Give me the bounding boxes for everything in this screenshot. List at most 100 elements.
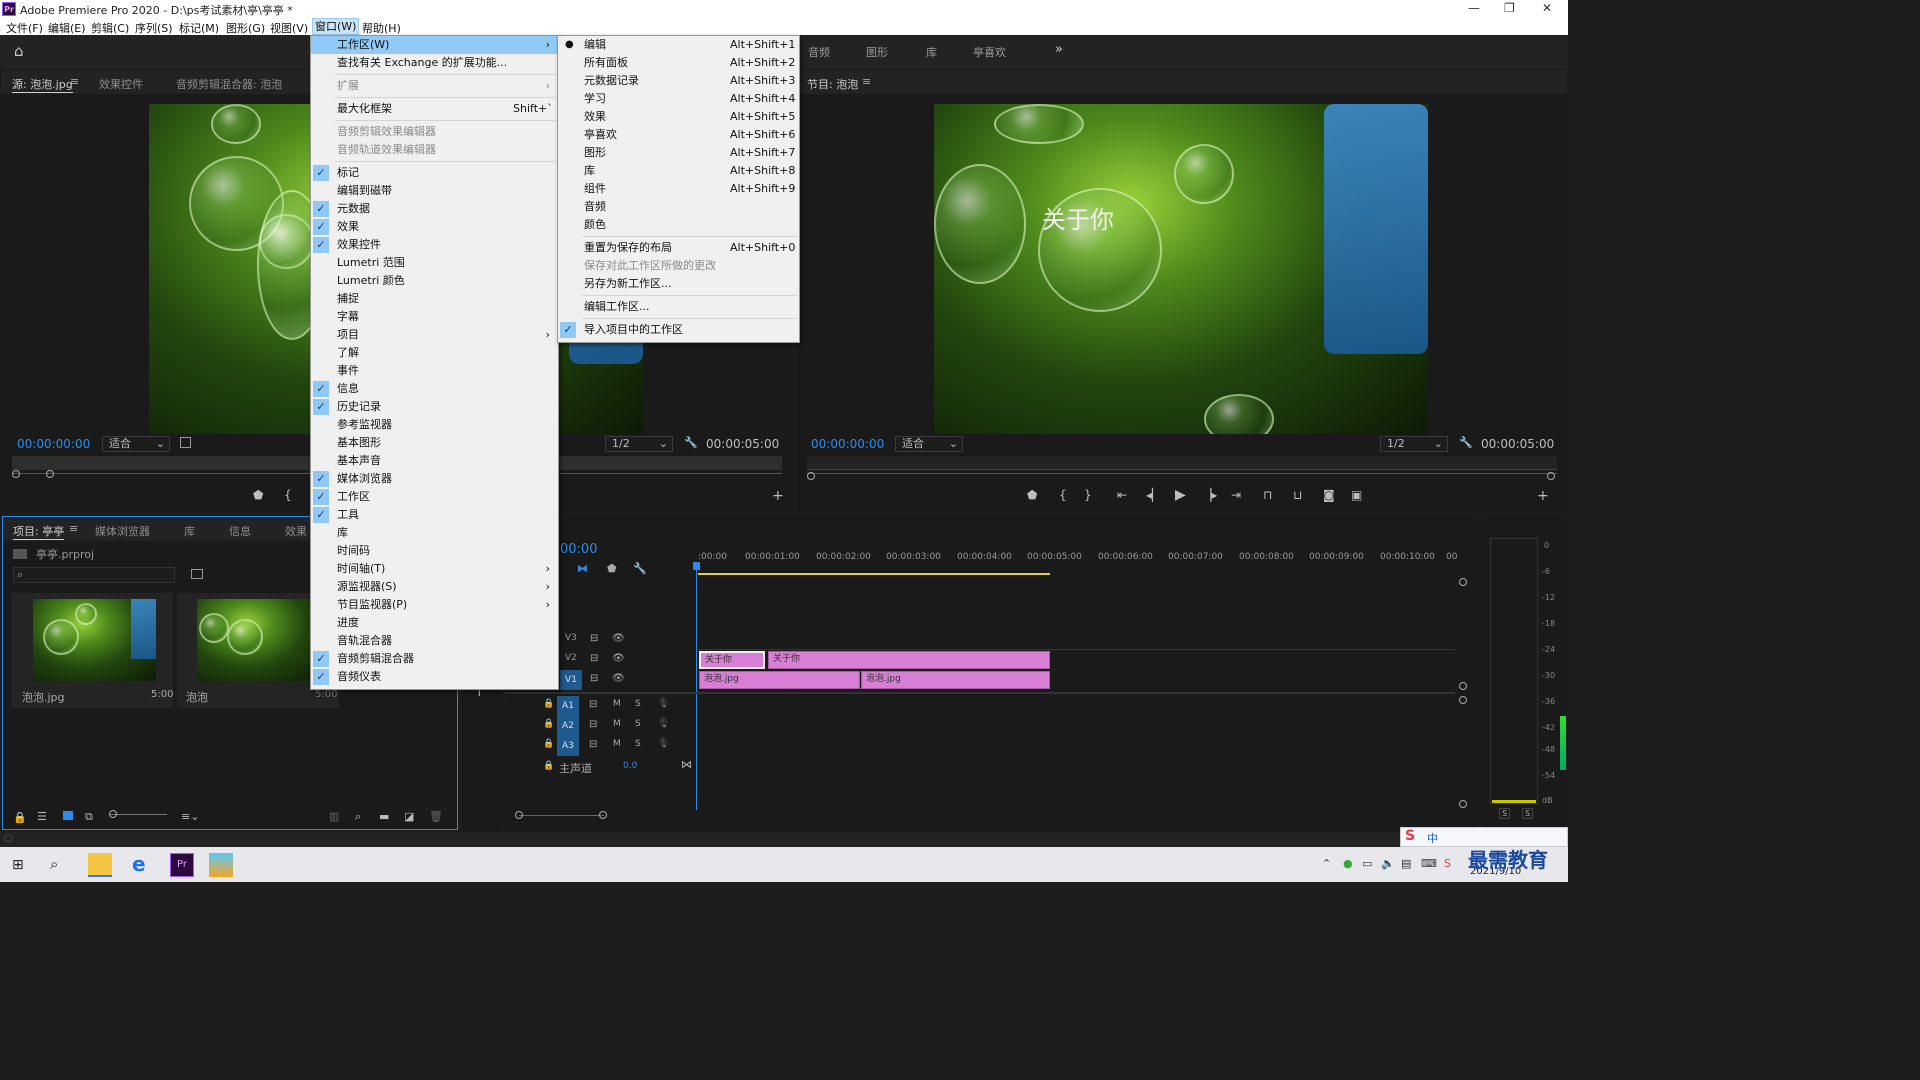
window-menu-item[interactable]: ✓ 音频仪表	[311, 668, 558, 686]
add-button-icon[interactable]: +	[1537, 488, 1549, 504]
film-icon[interactable]: ⊟	[590, 653, 598, 664]
image-clip[interactable]: 泡泡.jpg	[861, 671, 1050, 689]
track-label[interactable]: V3	[565, 633, 577, 643]
mark-in-icon[interactable]: {	[1059, 488, 1067, 502]
project-search-input[interactable]: ⌕	[13, 567, 175, 583]
window-menu-item[interactable]: 事件	[311, 362, 558, 380]
volume-icon[interactable]: 🔈	[1381, 857, 1395, 870]
window-menu-item[interactable]: 源监视器(S) ›	[311, 578, 558, 596]
workspace-tab-graphics[interactable]: 图形	[866, 44, 888, 60]
window-menu-item[interactable]: 时间轴(T) ›	[311, 560, 558, 578]
ime-icon[interactable]: ⌨	[1421, 857, 1437, 870]
track-label[interactable]: A1	[557, 696, 579, 716]
microphone-icon[interactable]: 🎙	[657, 698, 670, 709]
trash-icon[interactable]: 🗑	[429, 810, 443, 823]
solo-button[interactable]: S	[635, 739, 641, 749]
workspace-tab-libraries[interactable]: 库	[926, 44, 937, 60]
tab-program[interactable]: 节目: 泡泡	[807, 76, 858, 92]
microphone-icon[interactable]: 🎙	[657, 718, 670, 729]
panel-menu-icon[interactable]: ≡	[862, 75, 871, 88]
freeform-view-icon[interactable]: ⧉	[85, 810, 93, 824]
scroll-handle[interactable]	[1459, 682, 1467, 690]
window-menu-item[interactable]: 节目监视器(P) ›	[311, 596, 558, 614]
program-time-ruler[interactable]	[807, 456, 1557, 470]
window-menu-item[interactable]: ✓ 工作区	[311, 488, 558, 506]
microphone-icon[interactable]: 🎙	[657, 738, 670, 749]
zoom-handle-right[interactable]	[1547, 472, 1555, 480]
file-explorer-icon[interactable]	[88, 853, 112, 877]
go-to-in-icon[interactable]: ⇤	[1117, 488, 1127, 502]
wrench-icon[interactable]: 🔧	[633, 562, 647, 575]
window-menu-item[interactable]: 捕捉	[311, 290, 558, 308]
new-bin-icon[interactable]: ▬	[379, 810, 389, 823]
zoom-handle-left[interactable]	[807, 472, 815, 480]
add-marker-icon[interactable]: ⬟	[253, 488, 263, 502]
panel-menu-icon[interactable]: ≡	[69, 522, 78, 535]
window-menu-item[interactable]: 工作区(W) ›	[311, 36, 558, 54]
add-marker-icon[interactable]: ⬟	[607, 562, 617, 575]
workspace-menu-item[interactable]: 效果 Alt+Shift+5	[558, 108, 799, 126]
zoom-handle-left[interactable]	[12, 470, 20, 478]
film-icon[interactable]: ⊟	[589, 739, 597, 750]
zoom-slider-handle[interactable]	[109, 810, 117, 818]
film-icon[interactable]: ⊟	[590, 673, 598, 684]
eye-icon[interactable]: 👁	[612, 653, 625, 664]
scroll-handle[interactable]	[1459, 800, 1467, 808]
window-menu-item[interactable]: 进度	[311, 614, 558, 632]
step-back-icon[interactable]: ◂▏	[1146, 488, 1161, 502]
notification-icon[interactable]: ▤	[1401, 857, 1411, 870]
workspace-menu-item[interactable]: 所有面板 Alt+Shift+2	[558, 54, 799, 72]
film-icon[interactable]: ⊟	[590, 633, 598, 644]
workspace-menu-item[interactable]: 亭喜欢 Alt+Shift+6	[558, 126, 799, 144]
track-label[interactable]: A3	[557, 736, 579, 756]
program-resolution-select[interactable]: 1/2 ⌄	[1380, 436, 1448, 452]
settings-toggle-icon[interactable]	[180, 437, 191, 448]
solo-left-button[interactable]: S	[1499, 808, 1511, 819]
network-icon[interactable]: ▭	[1362, 857, 1372, 870]
zoom-handle-right[interactable]	[599, 811, 607, 819]
windows-start-icon[interactable]: ⊞	[12, 857, 24, 873]
workspace-menu-item[interactable]: 颜色	[558, 216, 799, 234]
program-timecode[interactable]: 00:00:00:00	[811, 437, 884, 451]
window-menu-item[interactable]: 最大化框架 Shift+`	[311, 100, 558, 118]
workspace-menu-item[interactable]: 重置为保存的布局 Alt+Shift+0	[558, 239, 799, 257]
extract-icon[interactable]: ⊔	[1293, 488, 1302, 502]
source-timecode[interactable]: 00:00:00:00	[17, 437, 90, 451]
film-icon[interactable]: ⊟	[589, 719, 597, 730]
title-clip[interactable]: 关于你	[699, 651, 765, 669]
tab-source[interactable]: 源: 泡泡.jpg	[12, 76, 73, 93]
play-icon[interactable]: ▶	[1175, 487, 1186, 503]
wrench-icon[interactable]: 🔧	[1459, 436, 1473, 449]
find-icon[interactable]: ⌕	[355, 810, 361, 824]
sort-icon[interactable]: ≡⌄	[181, 810, 199, 823]
tab-project[interactable]: 项目: 亭亭	[13, 523, 65, 540]
source-fit-select[interactable]: 适合 ⌄	[102, 436, 170, 452]
lock-icon[interactable]: 🔒	[543, 719, 554, 729]
menu-view[interactable]: 视图(V)	[270, 20, 308, 36]
menu-window[interactable]: 窗口(W)	[312, 18, 360, 35]
maximize-button[interactable]: ❐	[1504, 1, 1515, 15]
scroll-handle[interactable]	[1459, 696, 1467, 704]
mute-button[interactable]: M	[613, 739, 621, 749]
work-area-bar[interactable]	[698, 573, 1050, 575]
mark-out-icon[interactable]: }	[1084, 488, 1092, 502]
tab-info[interactable]: 信息	[229, 523, 251, 539]
window-menu-item[interactable]: ✓ 历史记录	[311, 398, 558, 416]
add-button-icon[interactable]: +	[772, 488, 784, 504]
window-menu-item[interactable]: ✓ 工具	[311, 506, 558, 524]
lift-icon[interactable]: ⊓	[1263, 488, 1272, 502]
lock-icon[interactable]: 🔒	[13, 811, 27, 824]
menu-sequence[interactable]: 序列(S)	[135, 20, 173, 36]
menu-graphics[interactable]: 图形(G)	[226, 20, 265, 36]
workspace-menu-item[interactable]: 元数据记录 Alt+Shift+3	[558, 72, 799, 90]
menu-marker[interactable]: 标记(M)	[179, 20, 219, 36]
tray-chevron-icon[interactable]: ⌃	[1322, 857, 1331, 870]
solo-button[interactable]: S	[635, 719, 641, 729]
tab-libraries[interactable]: 库	[184, 523, 195, 539]
close-button[interactable]: ✕	[1542, 1, 1552, 15]
film-icon[interactable]: ⊟	[589, 699, 597, 710]
new-bin-icon[interactable]	[191, 569, 203, 579]
app-taskbar-icon[interactable]	[209, 853, 233, 877]
add-marker-icon[interactable]: ⬟	[1027, 488, 1037, 502]
compare-view-icon[interactable]: ▣	[1351, 488, 1362, 502]
